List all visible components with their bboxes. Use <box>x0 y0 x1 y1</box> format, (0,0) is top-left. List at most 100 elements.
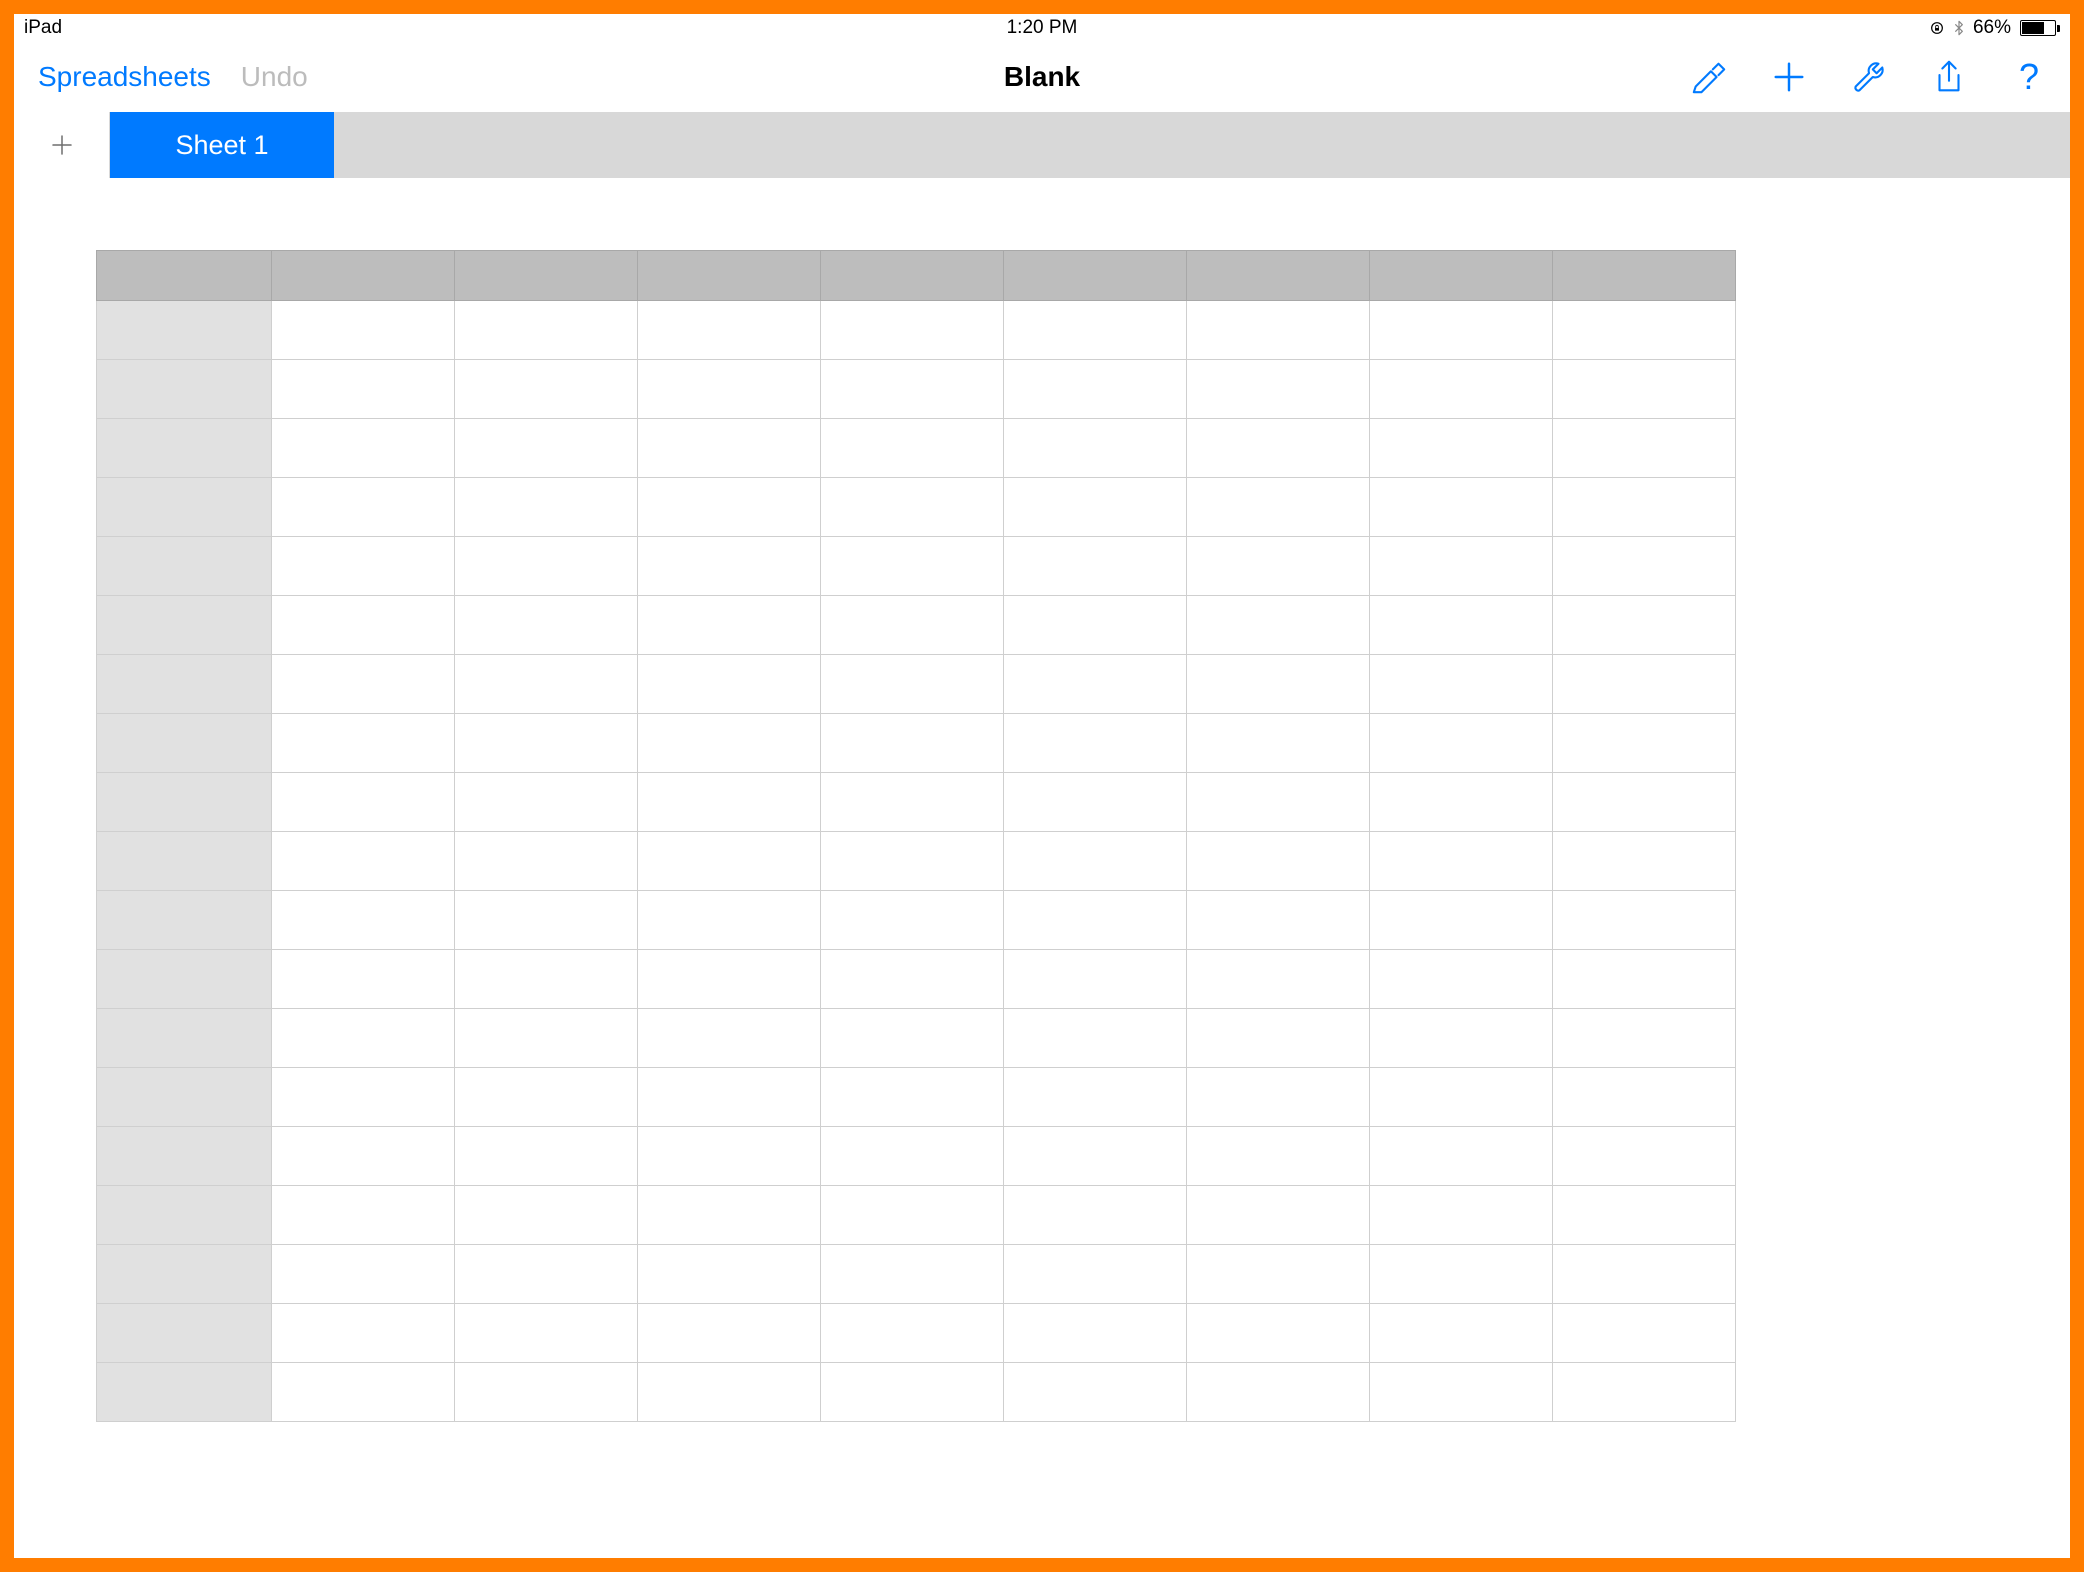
cell[interactable] <box>821 1068 1004 1127</box>
cell[interactable] <box>638 1068 821 1127</box>
cell[interactable] <box>1370 301 1553 360</box>
row-header[interactable] <box>97 832 272 891</box>
cell[interactable] <box>1187 655 1370 714</box>
row-header[interactable] <box>97 596 272 655</box>
cell[interactable] <box>1004 655 1187 714</box>
cell[interactable] <box>821 301 1004 360</box>
cell[interactable] <box>1370 1127 1553 1186</box>
cell[interactable] <box>1370 1068 1553 1127</box>
cell[interactable] <box>638 891 821 950</box>
cell[interactable] <box>1553 773 1736 832</box>
cell[interactable] <box>1370 1009 1553 1068</box>
row-header[interactable] <box>97 1245 272 1304</box>
cell[interactable] <box>272 714 455 773</box>
cell[interactable] <box>272 1363 455 1422</box>
cell[interactable] <box>455 714 638 773</box>
cell[interactable] <box>1370 360 1553 419</box>
cell[interactable] <box>1004 360 1187 419</box>
cell[interactable] <box>1553 891 1736 950</box>
add-icon[interactable] <box>1770 58 1808 96</box>
row-header[interactable] <box>97 301 272 360</box>
cell[interactable] <box>1004 773 1187 832</box>
cell[interactable] <box>1370 655 1553 714</box>
cell[interactable] <box>455 1245 638 1304</box>
column-header[interactable] <box>821 251 1004 301</box>
cell[interactable] <box>1004 1363 1187 1422</box>
cell[interactable] <box>455 419 638 478</box>
cell[interactable] <box>1553 1127 1736 1186</box>
cell[interactable] <box>1553 1186 1736 1245</box>
spreadsheet-grid[interactable] <box>96 250 1736 1422</box>
cell[interactable] <box>455 1186 638 1245</box>
cell[interactable] <box>1370 773 1553 832</box>
cell[interactable] <box>1187 1127 1370 1186</box>
cell[interactable] <box>1004 537 1187 596</box>
cell[interactable] <box>455 360 638 419</box>
cell[interactable] <box>455 1363 638 1422</box>
cell[interactable] <box>272 1304 455 1363</box>
cell[interactable] <box>455 773 638 832</box>
cell[interactable] <box>1004 419 1187 478</box>
cell[interactable] <box>272 950 455 1009</box>
cell[interactable] <box>1553 1245 1736 1304</box>
cell[interactable] <box>1370 714 1553 773</box>
sheet-tab-active[interactable]: Sheet 1 <box>110 112 334 178</box>
cell[interactable] <box>1553 1304 1736 1363</box>
cell[interactable] <box>272 891 455 950</box>
column-header[interactable] <box>1370 251 1553 301</box>
cell[interactable] <box>1553 832 1736 891</box>
cell[interactable] <box>1370 950 1553 1009</box>
cell[interactable] <box>1370 478 1553 537</box>
cell[interactable] <box>638 773 821 832</box>
cell[interactable] <box>1553 478 1736 537</box>
cell[interactable] <box>1553 714 1736 773</box>
cell[interactable] <box>272 537 455 596</box>
cell[interactable] <box>1370 1186 1553 1245</box>
cell[interactable] <box>1187 832 1370 891</box>
row-header[interactable] <box>97 360 272 419</box>
undo-button[interactable]: Undo <box>241 61 308 93</box>
row-header[interactable] <box>97 655 272 714</box>
cell[interactable] <box>272 1245 455 1304</box>
row-header[interactable] <box>97 950 272 1009</box>
cell[interactable] <box>1553 360 1736 419</box>
cell[interactable] <box>1370 1304 1553 1363</box>
row-header[interactable] <box>97 419 272 478</box>
column-header[interactable] <box>455 251 638 301</box>
cell[interactable] <box>455 1009 638 1068</box>
cell[interactable] <box>1004 1009 1187 1068</box>
cell[interactable] <box>1553 596 1736 655</box>
cell[interactable] <box>1553 1009 1736 1068</box>
cell[interactable] <box>638 537 821 596</box>
cell[interactable] <box>455 655 638 714</box>
cell[interactable] <box>1370 1245 1553 1304</box>
cell[interactable] <box>1004 478 1187 537</box>
cell[interactable] <box>1004 832 1187 891</box>
cell[interactable] <box>1004 950 1187 1009</box>
cell[interactable] <box>455 1304 638 1363</box>
cell[interactable] <box>1187 714 1370 773</box>
cell[interactable] <box>638 1245 821 1304</box>
cell[interactable] <box>455 301 638 360</box>
cell[interactable] <box>638 1009 821 1068</box>
row-header[interactable] <box>97 891 272 950</box>
share-icon[interactable] <box>1930 58 1968 96</box>
cell[interactable] <box>821 773 1004 832</box>
cell[interactable] <box>1553 301 1736 360</box>
cell[interactable] <box>455 1127 638 1186</box>
cell[interactable] <box>1187 891 1370 950</box>
cell[interactable] <box>272 419 455 478</box>
row-header[interactable] <box>97 478 272 537</box>
cell[interactable] <box>821 832 1004 891</box>
row-header[interactable] <box>97 1068 272 1127</box>
cell[interactable] <box>821 1363 1004 1422</box>
column-header[interactable] <box>272 251 455 301</box>
cell[interactable] <box>1187 1068 1370 1127</box>
cell[interactable] <box>821 1245 1004 1304</box>
cell[interactable] <box>638 1304 821 1363</box>
cell[interactable] <box>455 537 638 596</box>
cell[interactable] <box>821 537 1004 596</box>
cell[interactable] <box>1187 360 1370 419</box>
cell[interactable] <box>1370 419 1553 478</box>
row-header[interactable] <box>97 1009 272 1068</box>
